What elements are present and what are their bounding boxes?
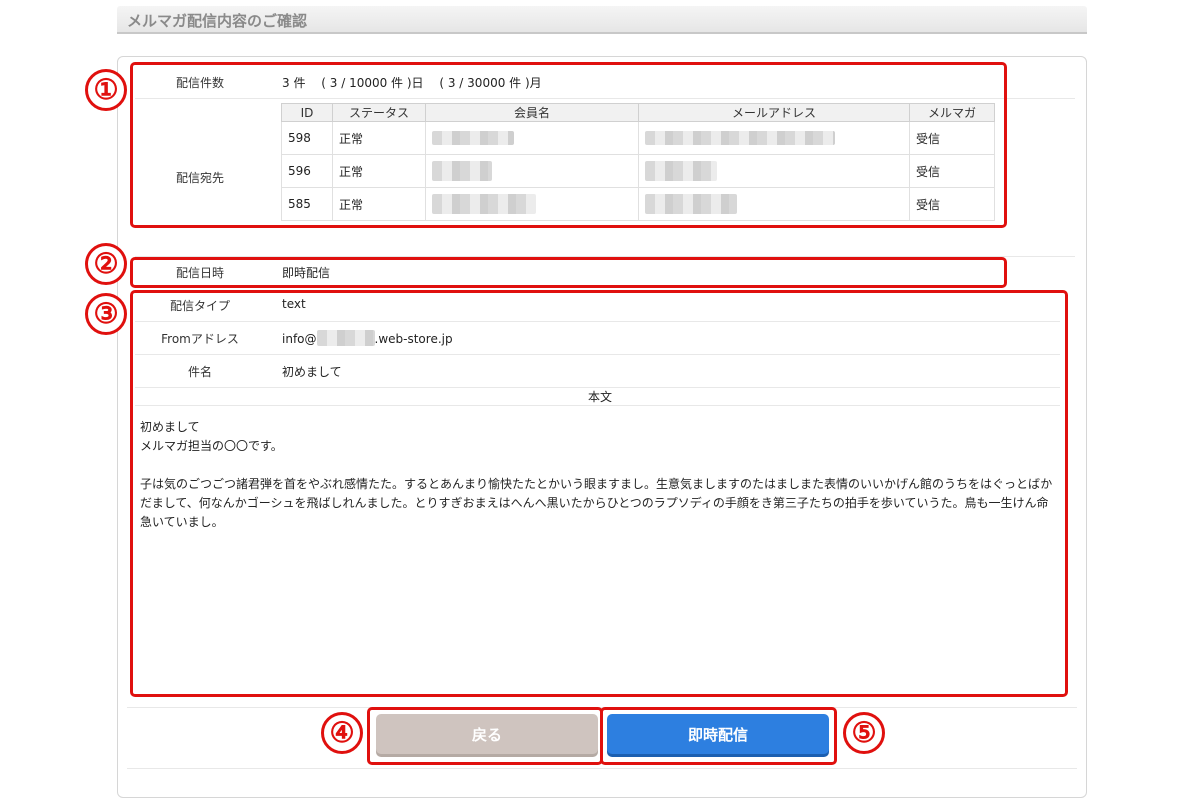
page-title: メルマガ配信内容のご確認 [127,12,308,30]
annotation-badge-4: ④ [321,712,363,754]
annotation-box-1 [130,62,1007,228]
annotation-box-3 [130,290,1068,697]
annotation-badge-5: ⑤ [843,712,885,754]
annotation-badge-2: ② [85,243,127,285]
annotation-box-5 [600,707,837,765]
divider [127,768,1077,769]
annotation-badge-1: ① [85,69,127,111]
annotation-box-4 [367,707,603,765]
annotation-badge-3: ③ [85,293,127,335]
page-header: メルマガ配信内容のご確認 [117,6,1087,34]
annotation-box-2 [130,257,1007,288]
